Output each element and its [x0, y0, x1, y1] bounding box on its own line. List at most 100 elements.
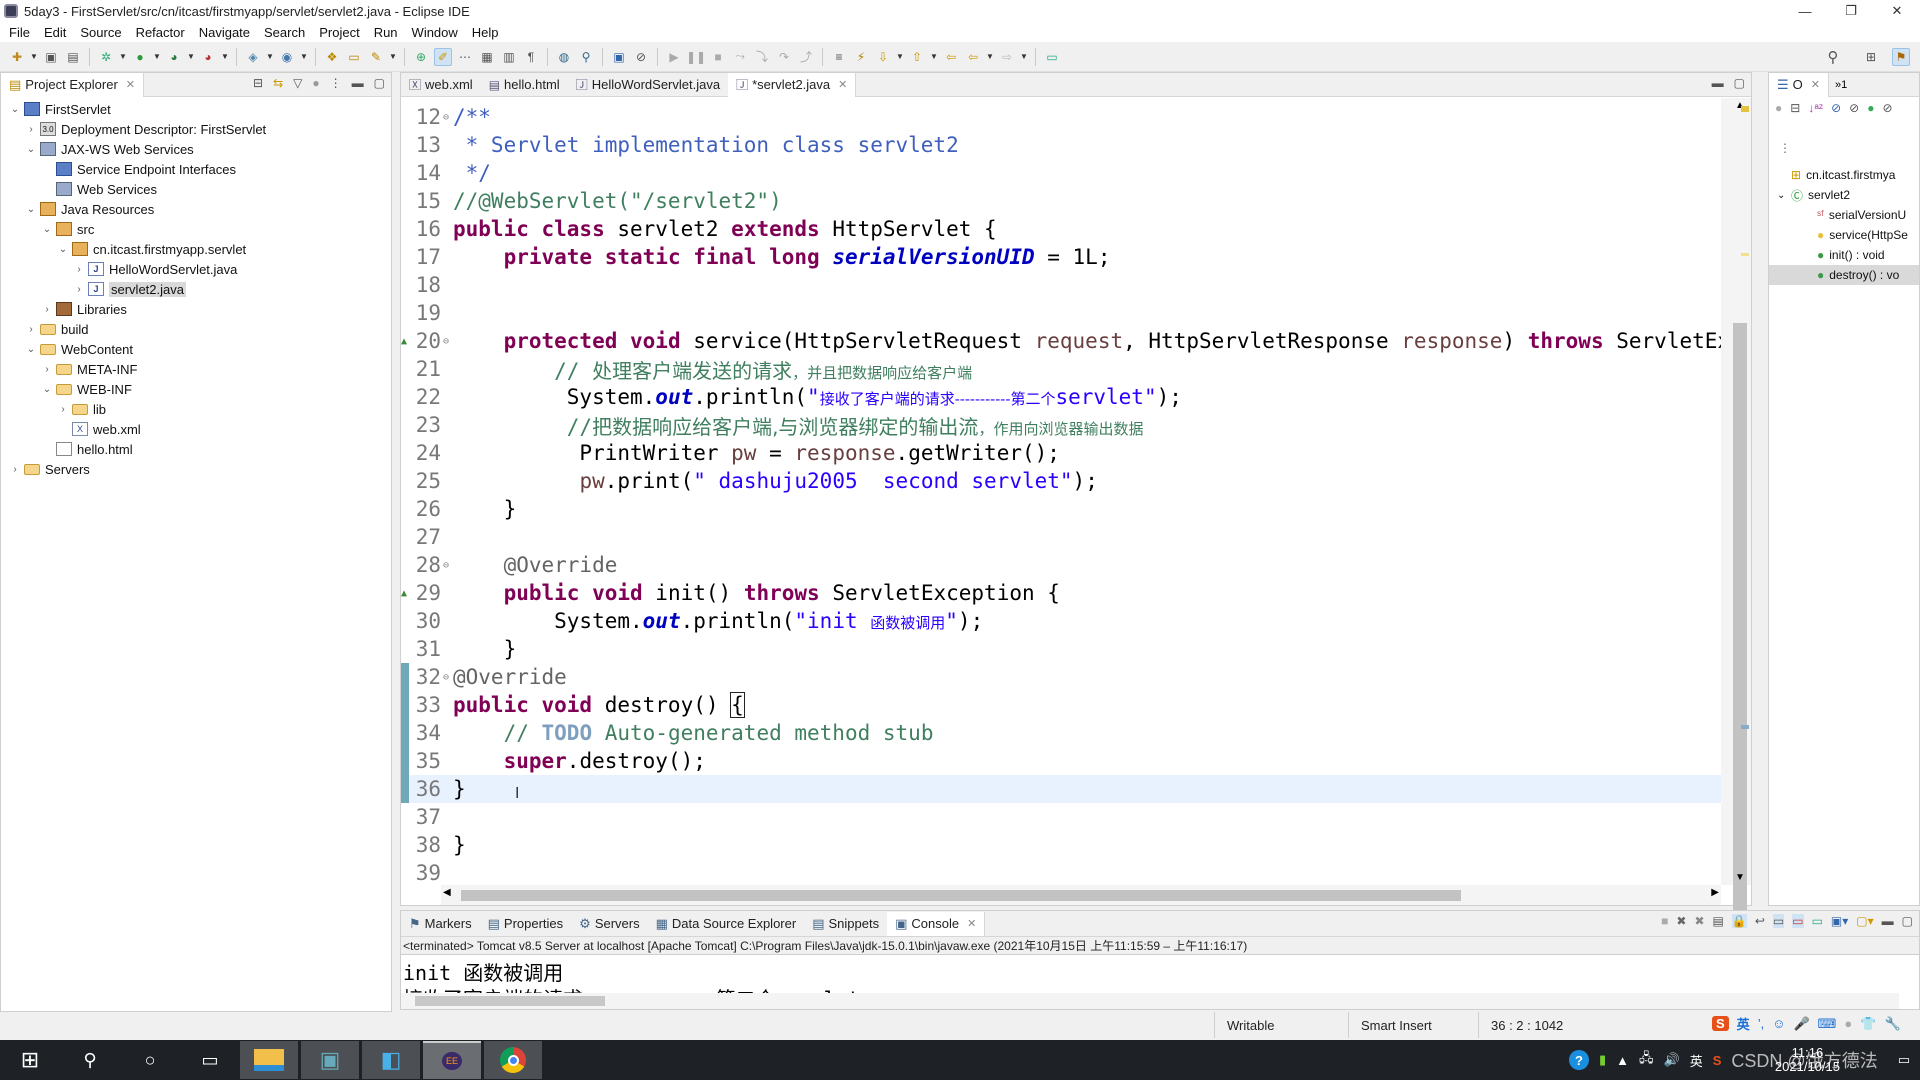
code-line[interactable]: 36}: [401, 775, 1721, 803]
minimize-editor-icon[interactable]: ▬: [1712, 76, 1724, 90]
java-ee-perspective-icon[interactable]: ⚑: [1892, 47, 1910, 66]
pin-editor-icon[interactable]: ▭: [1043, 48, 1061, 66]
external-tools-icon[interactable]: ◕: [199, 48, 217, 66]
code-line[interactable]: 38}: [401, 831, 1721, 859]
tree-item[interactable]: ⌄ cn.itcast.firstmyapp.servlet: [1, 239, 391, 259]
remove-launch-icon[interactable]: ✖: [1676, 914, 1686, 928]
tree-item[interactable]: ⌄ Java Resources: [1, 199, 391, 219]
editor-tab[interactable]: 🄹 HelloWordServlet.java: [568, 73, 728, 97]
collapse-all-icon[interactable]: ⊟: [1790, 101, 1800, 137]
more-views-overflow[interactable]: »1: [1835, 79, 1847, 91]
code-line[interactable]: 30 System.out.println("init 函数被调用");: [401, 607, 1721, 635]
coverage-dropdown-icon[interactable]: ▼: [187, 52, 195, 61]
chevron-down-icon[interactable]: ⌄: [25, 204, 37, 215]
chevron-down-icon[interactable]: ⌄: [41, 224, 53, 235]
toolbar-search-icon[interactable]: ⚲: [1824, 48, 1842, 66]
code-line[interactable]: ✎34 // TODO Auto-generated method stub: [401, 719, 1721, 747]
code-line[interactable]: 35 super.destroy();: [401, 747, 1721, 775]
occurrence-overview-marker[interactable]: [1741, 253, 1749, 256]
fold-toggle-icon[interactable]: ⊖: [443, 336, 453, 347]
code-line[interactable]: 15 //@WebServlet("/servlet2"): [401, 187, 1721, 215]
bottom-tab[interactable]: ▤ Properties: [480, 912, 572, 936]
tree-item[interactable]: ⌄ FirstServlet: [1, 99, 391, 119]
step-return-icon[interactable]: ⤴: [797, 48, 815, 66]
outline-item[interactable]: ⊞ cn.itcast.firstmya: [1769, 165, 1919, 185]
keyboard-icon[interactable]: ⌨: [1818, 1016, 1837, 1032]
step-over-icon[interactable]: ↷: [775, 48, 793, 66]
tree-item[interactable]: › Servers: [1, 459, 391, 479]
code-line[interactable]: 37: [401, 803, 1721, 831]
outline-item[interactable]: ● init() : void: [1769, 245, 1919, 265]
sogou-ime-icon[interactable]: S: [1712, 1016, 1729, 1031]
step-into-icon[interactable]: ⤵: [753, 48, 771, 66]
code-line[interactable]: 24 PrintWriter pw = response.getWriter()…: [401, 439, 1721, 467]
new-class-icon[interactable]: ◉: [278, 48, 296, 66]
code-line[interactable]: 39: [401, 859, 1721, 885]
menu-search[interactable]: Search: [257, 25, 312, 40]
menu-run[interactable]: Run: [367, 25, 405, 40]
close-icon[interactable]: ✕: [967, 917, 976, 930]
code-line[interactable]: 27: [401, 523, 1721, 551]
word-wrap-icon[interactable]: ▦: [478, 48, 496, 66]
close-button[interactable]: ✕: [1874, 0, 1920, 22]
back-icon[interactable]: ⇦: [964, 48, 982, 66]
code-line[interactable]: 21 // 处理客户端发送的请求，并且把数据响应给客户端: [401, 355, 1721, 383]
bottom-tab[interactable]: ⚙ Servers: [571, 912, 647, 936]
windows-start-icon[interactable]: ⊞: [0, 1040, 60, 1080]
editor-horizontal-scrollbar[interactable]: ◀ ▶: [441, 885, 1721, 905]
hide-local-types-icon[interactable]: ⊘: [1882, 101, 1892, 137]
tree-item[interactable]: ⌄ JAX-WS Web Services: [1, 139, 391, 159]
ime-mode-icon[interactable]: 英: [1737, 1014, 1750, 1033]
code-line[interactable]: 14 */: [401, 159, 1721, 187]
menu-help[interactable]: Help: [465, 25, 506, 40]
outline-item[interactable]: ⌄ Ⓒservlet2: [1769, 185, 1919, 205]
editor-tab[interactable]: 🄹 *servlet2.java ✕: [728, 72, 857, 97]
menu-project[interactable]: Project: [312, 25, 366, 40]
debug-dropdown-icon[interactable]: ▼: [119, 52, 127, 61]
close-icon[interactable]: ✕: [838, 78, 847, 91]
code-line[interactable]: 19: [401, 299, 1721, 327]
notification-icon[interactable]: ▭: [1898, 1052, 1910, 1068]
chevron-right-icon[interactable]: ›: [41, 364, 53, 375]
use-step-filters-icon[interactable]: ≡: [830, 48, 848, 66]
tree-item[interactable]: ⌄ WebContent: [1, 339, 391, 359]
help-icon[interactable]: ?: [1569, 1050, 1590, 1070]
open-type-icon[interactable]: ❖: [323, 48, 341, 66]
run-coverage-icon[interactable]: ◕: [165, 48, 183, 66]
task-view-icon[interactable]: ▭: [180, 1040, 240, 1080]
current-line-overview-marker[interactable]: [1741, 725, 1749, 729]
voice-icon[interactable]: 🎤: [1793, 1016, 1809, 1032]
clear-console-icon[interactable]: ▤: [1713, 914, 1724, 928]
chevron-right-icon[interactable]: ›: [25, 124, 37, 135]
outline-tab[interactable]: ☰ O ✕: [1769, 72, 1829, 97]
outline-item[interactable]: ● service(HttpSe: [1769, 225, 1919, 245]
display-console-icon[interactable]: ▣▾: [1831, 914, 1848, 928]
gutter-override-icon[interactable]: ▲: [401, 588, 411, 599]
menu-refactor[interactable]: Refactor: [129, 25, 192, 40]
search-dropdown-icon[interactable]: ▼: [389, 52, 397, 61]
terminate-icon[interactable]: ■: [709, 48, 727, 66]
code-line[interactable]: ▲33public void destroy() {: [401, 691, 1721, 719]
code-line[interactable]: 12 ⊖/**: [401, 103, 1721, 131]
next-annotation-icon[interactable]: ⇩: [874, 48, 892, 66]
debug-icon[interactable]: ✲: [97, 48, 115, 66]
save-all-icon[interactable]: ▤: [64, 48, 82, 66]
network-icon[interactable]: 🖧: [1639, 1049, 1654, 1071]
chevron-down-icon[interactable]: ⌄: [41, 384, 53, 395]
filter-icon[interactable]: ▽: [293, 76, 302, 90]
toggle-breadcrumb-icon[interactable]: ⊕: [412, 48, 430, 66]
taskbar-app-file-explorer[interactable]: [240, 1041, 298, 1079]
skin-icon[interactable]: 👕: [1860, 1016, 1876, 1032]
terminate-console-icon[interactable]: ■: [1661, 914, 1668, 928]
focus-on-task-icon[interactable]: ●: [1775, 101, 1782, 137]
gutter-override-fold-icon[interactable]: ▲: [401, 336, 411, 347]
scroll-right-icon[interactable]: ▶: [1711, 887, 1719, 898]
cortana-icon[interactable]: ○: [120, 1040, 180, 1080]
code-editor[interactable]: 12 ⊖/** 13 * Servlet implementation class …: [401, 98, 1721, 885]
scroll-down-icon[interactable]: ▼: [1735, 872, 1745, 883]
console-output[interactable]: init 函数被调用接收了客户端的请求-----------第二个servlet: [401, 957, 1899, 993]
focus-icon[interactable]: ●: [312, 76, 319, 90]
scroll-left-icon[interactable]: ◀: [443, 887, 451, 898]
pilcrow-icon[interactable]: ¶: [522, 48, 540, 66]
tree-item[interactable]: › Jservlet2.java: [1, 279, 391, 299]
